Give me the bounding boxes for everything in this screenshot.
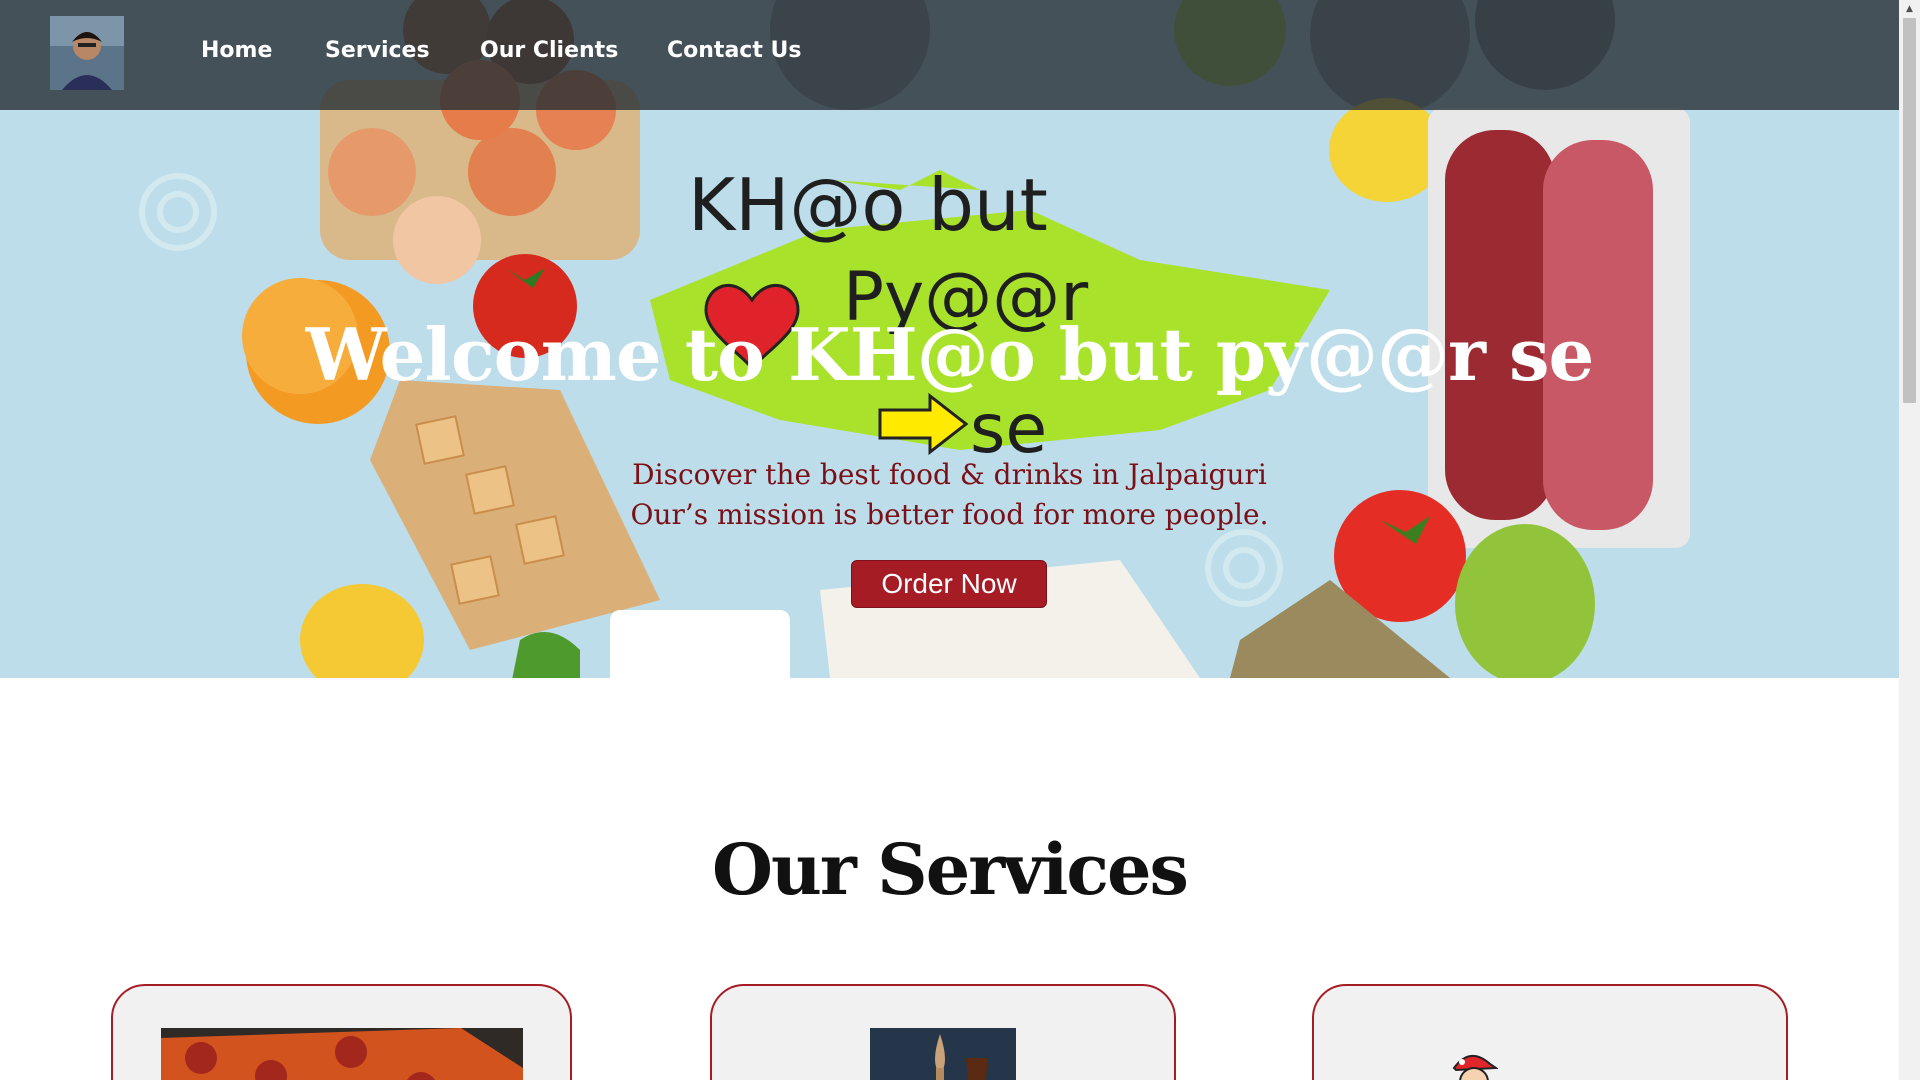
services-title: Our Services <box>712 828 1189 911</box>
service-card-drinks[interactable] <box>710 984 1176 1080</box>
nav-services-link[interactable]: Services <box>325 38 430 63</box>
avatar[interactable] <box>50 16 124 90</box>
service-card-pizza[interactable] <box>111 984 572 1080</box>
drinks-image <box>870 1028 1016 1080</box>
scrollbar-thumb[interactable] <box>1903 18 1916 403</box>
pizza-image <box>161 1028 523 1080</box>
nav-home-link[interactable]: Home <box>201 38 272 63</box>
hero-subtitle-line-1: Discover the best food & drinks in Jalpa… <box>632 458 1267 491</box>
nav-our-clients-link[interactable]: Our Clients <box>480 38 618 63</box>
logo-line-1: KH@o but <box>688 163 1048 247</box>
delivery-man-icon <box>1448 1046 1498 1080</box>
scroll-up-arrow-icon[interactable]: ▲ <box>1899 0 1920 17</box>
top-navigation: Home Services Our Clients Contact Us <box>0 0 1899 110</box>
vertical-scrollbar[interactable]: ▲ <box>1899 0 1920 1080</box>
nav-contact-us-link[interactable]: Contact Us <box>667 38 801 63</box>
profile-photo-icon <box>50 16 124 90</box>
service-card-delivery[interactable] <box>1312 984 1788 1080</box>
order-now-button[interactable]: Order Now <box>851 560 1047 608</box>
hero-heading: Welcome to KH@o but py@@r se <box>305 312 1595 397</box>
hero-subtitle-line-2: Our’s mission is better food for more pe… <box>630 498 1269 531</box>
